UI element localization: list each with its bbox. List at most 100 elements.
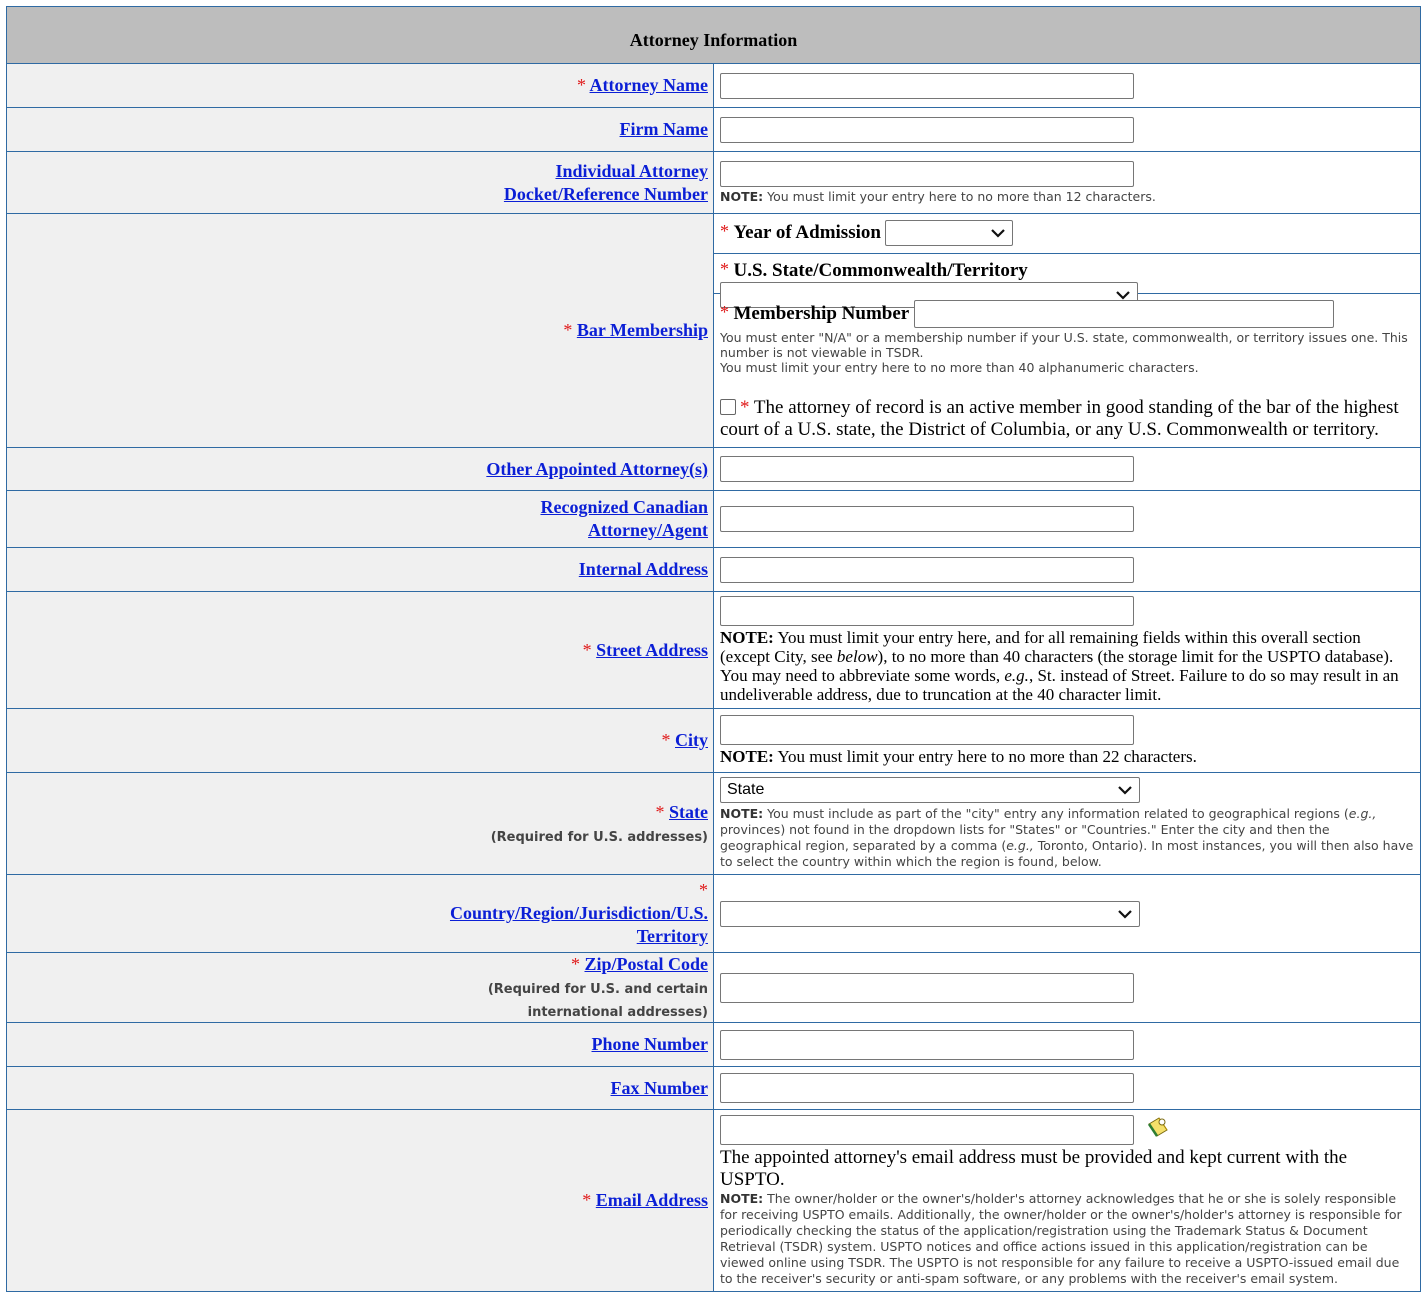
docket-field-cell: NOTE: You must limit your entry here to … — [713, 151, 1421, 214]
section-title: Attorney Information — [6, 6, 1421, 64]
docket-label-line1: Individual Attorney — [555, 160, 708, 181]
phone-field-cell — [713, 1022, 1421, 1067]
country-label-line1: Country/Region/Jurisdiction/U.S. — [449, 903, 708, 923]
year-of-admission-row: * Year of Admission — [714, 214, 1420, 254]
firm-name-field-cell — [713, 107, 1421, 152]
required-marker: * — [720, 221, 729, 242]
row-zip: * Zip/Postal Code (Required for U.S. and… — [6, 952, 1421, 1023]
attorney-name-label-cell: * Attorney Name — [6, 63, 714, 108]
attorney-name-help-link[interactable]: Attorney Name — [590, 75, 708, 95]
canadian-field-cell — [713, 490, 1421, 548]
membership-note-line1: You must enter "N/A" or a membership num… — [720, 330, 1408, 360]
country-label-line2: Territory — [636, 926, 708, 946]
country-help-link[interactable]: Country/Region/Jurisdiction/U.S. Territor… — [450, 903, 708, 946]
fax-help-link[interactable]: Fax Number — [611, 1078, 709, 1098]
email-check-icon[interactable] — [1145, 1114, 1171, 1145]
state-select-value: State — [727, 781, 765, 798]
row-fax: Fax Number — [6, 1066, 1421, 1110]
zip-input[interactable] — [720, 972, 1134, 1003]
canadian-label-line2: Attorney/Agent — [588, 520, 708, 540]
row-bar-membership: * Bar Membership * Year of Admission * U… — [6, 213, 1421, 448]
docket-label-line2: Docket/Reference Number — [503, 183, 708, 204]
attorney-information-form: Attorney Information * Attorney Name Fir… — [6, 6, 1421, 1292]
state-help-link[interactable]: State — [669, 802, 708, 822]
fax-label-cell: Fax Number — [6, 1066, 714, 1110]
city-input[interactable] — [720, 715, 1134, 745]
required-marker: * — [720, 259, 729, 279]
year-of-admission-label: Year of Admission — [733, 222, 881, 243]
zip-help-link[interactable]: Zip/Postal Code — [584, 954, 708, 974]
internal-address-help-link[interactable]: Internal Address — [579, 559, 708, 579]
note-bold: NOTE: — [720, 747, 774, 766]
fax-input[interactable] — [720, 1073, 1134, 1103]
row-street-address: * Street Address NOTE: You must limit yo… — [6, 591, 1421, 709]
email-label-cell: * Email Address — [6, 1109, 714, 1292]
zip-sublabel-line2: international addresses) — [527, 1005, 708, 1020]
zip-label-cell: * Zip/Postal Code (Required for U.S. and… — [6, 952, 714, 1023]
firm-name-help-link[interactable]: Firm Name — [620, 119, 708, 139]
required-marker: * — [661, 730, 671, 750]
bar-membership-label-cell: * Bar Membership — [6, 213, 714, 448]
note-text: The owner/holder or the owner's/holder's… — [720, 1191, 1402, 1286]
phone-help-link[interactable]: Phone Number — [592, 1034, 709, 1054]
canadian-label-line1: Recognized Canadian — [540, 497, 708, 517]
required-marker: * — [577, 75, 587, 95]
bar-attestation-checkbox[interactable] — [720, 399, 736, 415]
row-country: * Country/Region/Jurisdiction/U.S. Territ… — [6, 874, 1421, 953]
note-italic: e.g. — [1004, 666, 1029, 685]
country-field-cell — [713, 874, 1421, 953]
row-docket-number: Individual Attorney Docket/Reference Numb… — [6, 151, 1421, 214]
chevron-down-icon — [1118, 909, 1132, 919]
bar-state-label: U.S. State/Commonwealth/Territory — [733, 259, 1028, 281]
row-other-attorneys: Other Appointed Attorney(s) — [6, 447, 1421, 491]
phone-label-cell: Phone Number — [6, 1022, 714, 1067]
bar-membership-help-link[interactable]: Bar Membership — [577, 320, 708, 340]
attorney-name-field-cell — [713, 63, 1421, 108]
required-marker: * — [563, 320, 573, 340]
firm-name-label-cell: Firm Name — [6, 107, 714, 152]
canadian-help-link[interactable]: Recognized Canadian Attorney/Agent — [540, 497, 708, 540]
email-input[interactable] — [720, 1114, 1134, 1145]
internal-address-input[interactable] — [720, 556, 1134, 583]
row-state: * State (Required for U.S. addresses) St… — [6, 772, 1421, 875]
docket-number-input[interactable] — [720, 160, 1134, 187]
city-help-link[interactable]: City — [675, 730, 708, 750]
note-italic: e.g., — [1006, 838, 1034, 853]
bar-attestation: * The attorney of record is an active me… — [720, 397, 1414, 441]
other-attorneys-input[interactable] — [720, 456, 1134, 482]
canadian-agent-input[interactable] — [720, 506, 1134, 532]
required-marker: * — [655, 801, 665, 822]
internal-address-field-cell — [713, 547, 1421, 592]
chevron-down-icon — [1116, 291, 1130, 300]
bar-attestation-text: The attorney of record is an active memb… — [720, 397, 1399, 440]
email-note: NOTE: The owner/holder or the owner's/ho… — [720, 1191, 1414, 1287]
row-email: * Email Address The appointed attorney's… — [6, 1109, 1421, 1292]
other-attorneys-help-link[interactable]: Other Appointed Attorney(s) — [486, 459, 708, 479]
year-of-admission-select[interactable] — [885, 220, 1014, 246]
row-canadian-agent: Recognized Canadian Attorney/Agent — [6, 490, 1421, 548]
note-italic: e.g., — [1348, 806, 1377, 821]
chevron-down-icon — [991, 229, 1006, 238]
required-marker: * — [740, 397, 750, 418]
other-attorneys-label-cell: Other Appointed Attorney(s) — [6, 447, 714, 491]
fax-field-cell — [713, 1066, 1421, 1110]
email-help-link[interactable]: Email Address — [596, 1190, 708, 1210]
phone-input[interactable] — [720, 1029, 1134, 1060]
city-label-cell: * City — [6, 708, 714, 773]
country-select[interactable] — [720, 900, 1140, 927]
membership-number-row: * Membership Number You must enter "N/A"… — [714, 294, 1420, 447]
attorney-name-input[interactable] — [720, 72, 1134, 99]
state-sublabel: (Required for U.S. addresses) — [490, 829, 708, 845]
street-address-note: NOTE: You must limit your entry here, an… — [720, 628, 1414, 704]
firm-name-input[interactable] — [720, 116, 1134, 143]
street-address-input[interactable] — [720, 596, 1134, 626]
docket-help-link[interactable]: Individual Attorney Docket/Reference Numb… — [504, 161, 708, 204]
city-field-cell: NOTE: You must limit your entry here to … — [713, 708, 1421, 773]
membership-number-input[interactable] — [913, 300, 1334, 328]
membership-number-label: Membership Number — [733, 303, 910, 324]
chevron-down-icon — [1118, 786, 1132, 795]
row-phone: Phone Number — [6, 1022, 1421, 1067]
state-select[interactable]: State — [720, 777, 1140, 803]
state-note: NOTE: You must include as part of the "c… — [720, 806, 1414, 870]
street-address-help-link[interactable]: Street Address — [596, 640, 708, 660]
